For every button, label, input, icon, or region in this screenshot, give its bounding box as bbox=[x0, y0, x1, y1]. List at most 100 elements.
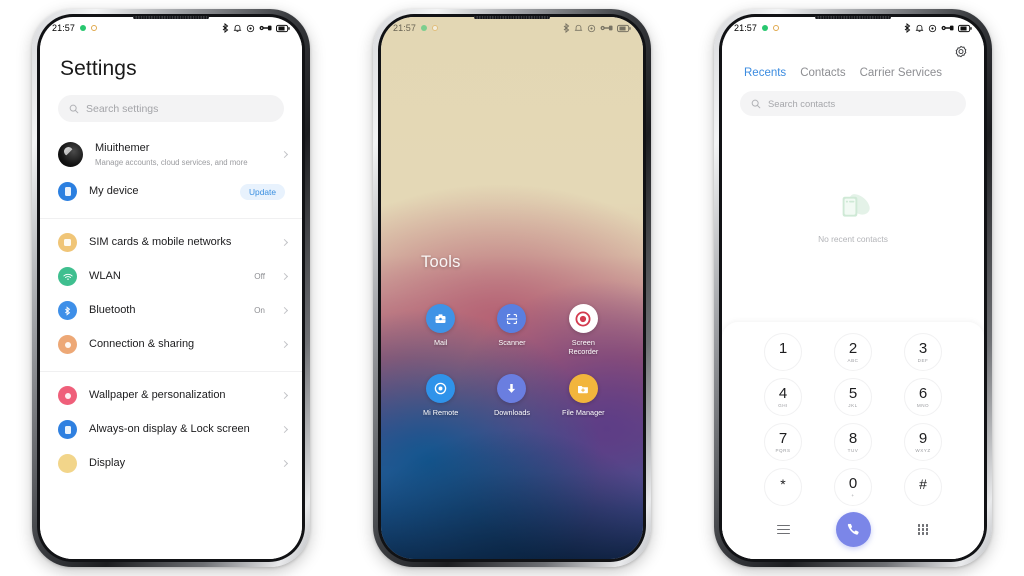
key-digit: 2 bbox=[848, 340, 858, 357]
key-6[interactable]: 6 MNO bbox=[904, 378, 942, 416]
key-hash[interactable]: # bbox=[904, 468, 942, 506]
settings-row-label: SIM cards & mobile networks bbox=[89, 236, 232, 248]
chevron-right-icon bbox=[280, 151, 289, 159]
key-7[interactable]: 7 PQRS bbox=[764, 423, 802, 461]
key-5[interactable]: 5 JKL bbox=[834, 378, 872, 416]
app-screen-recorder[interactable]: Screen Recorder bbox=[548, 304, 619, 356]
key-digit: * bbox=[780, 475, 786, 492]
mail-icon bbox=[426, 304, 456, 333]
connection-sharing-icon bbox=[58, 335, 77, 355]
status-time: 21:57 bbox=[734, 23, 758, 33]
key-letters: JKL bbox=[848, 403, 858, 408]
app-downloads[interactable]: Downloads bbox=[476, 374, 547, 417]
hamburger-menu-icon[interactable] bbox=[776, 524, 790, 535]
keypad-grid-icon[interactable] bbox=[917, 524, 929, 535]
phone-home: 21:57 Tools Mail Scanner Screen Recorder… bbox=[373, 9, 651, 567]
key-letters: DEF bbox=[917, 358, 929, 363]
row-text: Wallpaper & personalization bbox=[89, 389, 270, 403]
chevron-right-icon bbox=[280, 273, 289, 281]
tab-carrier-services[interactable]: Carrier Services bbox=[860, 67, 942, 79]
key-1[interactable]: 1 bbox=[764, 333, 802, 371]
settings-row-label: Connection & sharing bbox=[89, 338, 195, 350]
alarm-icon bbox=[233, 24, 242, 32]
settings-row-wallpaper[interactable]: Wallpaper & personalization bbox=[40, 379, 302, 413]
file-manager-icon bbox=[568, 374, 598, 404]
app-mail[interactable]: Mail bbox=[405, 304, 476, 356]
key-2[interactable]: 2 ABC bbox=[834, 333, 872, 371]
amber-dot-icon bbox=[91, 25, 98, 31]
earpiece-speaker bbox=[133, 16, 209, 19]
key-digit: 7 bbox=[778, 430, 788, 447]
status-bar-left: 21:57 bbox=[52, 23, 98, 33]
key-9[interactable]: 9 WXYZ bbox=[904, 423, 942, 461]
settings-row-value: Off bbox=[254, 272, 265, 282]
scanner-icon bbox=[497, 304, 527, 333]
earpiece-speaker bbox=[474, 16, 550, 19]
earpiece-speaker bbox=[815, 16, 891, 19]
gear-icon bbox=[955, 45, 967, 58]
status-bar-left: 21:57 bbox=[734, 23, 780, 33]
phone-bezel: 21:57 Recents Contacts Carrier Services … bbox=[719, 14, 987, 562]
lock-screen-icon bbox=[58, 420, 77, 440]
dnd-icon bbox=[587, 24, 596, 32]
settings-row-label: WLAN bbox=[89, 270, 121, 282]
battery-icon bbox=[958, 24, 972, 32]
page-title: Settings bbox=[60, 57, 137, 80]
key-0[interactable]: 0 + bbox=[834, 468, 872, 506]
key-3[interactable]: 3 DEF bbox=[904, 333, 942, 371]
green-dot-icon bbox=[421, 25, 428, 31]
alarm-icon bbox=[915, 24, 924, 32]
key-star[interactable]: * bbox=[764, 468, 802, 506]
screen-recorder-icon bbox=[568, 304, 598, 333]
vpn-key-icon bbox=[941, 25, 954, 31]
settings-row-my-device[interactable]: My device Update bbox=[40, 175, 302, 209]
settings-row-sim-cards[interactable]: SIM cards & mobile networks bbox=[40, 226, 302, 260]
app-label: Downloads bbox=[493, 408, 531, 418]
app-label: Mi Remote bbox=[423, 408, 459, 418]
app-scanner[interactable]: Scanner bbox=[476, 304, 547, 356]
search-placeholder: Search settings bbox=[86, 102, 159, 115]
tab-recents[interactable]: Recents bbox=[744, 67, 786, 79]
tab-contacts[interactable]: Contacts bbox=[800, 67, 845, 79]
dialer-settings-button[interactable] bbox=[722, 39, 984, 59]
scanner-glyph bbox=[506, 313, 518, 324]
dialer-actions bbox=[748, 512, 958, 551]
keypad-keys: 1 2 ABC 3 DEF 4 GHI 5 JKL 6 MNO 7 PQRS 8 TUV 9W… bbox=[748, 333, 958, 506]
empty-state: No recent contacts bbox=[722, 116, 984, 322]
search-icon bbox=[69, 104, 79, 113]
key-8[interactable]: 8 TUV bbox=[834, 423, 872, 461]
search-input[interactable]: Search settings bbox=[58, 95, 284, 122]
download-icon bbox=[497, 374, 527, 404]
key-digit: 6 bbox=[918, 385, 928, 402]
row-text: Always-on display & Lock screen bbox=[89, 423, 270, 437]
search-contacts-input[interactable]: Search contacts bbox=[740, 91, 966, 116]
key-4[interactable]: 4 GHI bbox=[764, 378, 802, 416]
call-button[interactable] bbox=[835, 512, 871, 547]
settings-row-bluetooth[interactable]: Bluetooth On bbox=[40, 294, 302, 328]
row-text: SIM cards & mobile networks bbox=[89, 236, 270, 250]
key-digit: 3 bbox=[918, 340, 928, 357]
key-digit: 1 bbox=[778, 340, 788, 357]
settings-row-miuithemer[interactable]: Miuithemer Manage accounts, cloud servic… bbox=[40, 135, 302, 175]
phone-bezel: 21:57 Settings Search settings Miuitheme… bbox=[37, 14, 305, 562]
phone-settings: 21:57 Settings Search settings Miuitheme… bbox=[32, 9, 310, 567]
app-file-manager[interactable]: File Manager bbox=[548, 374, 619, 417]
settings-group-display: Wallpaper & personalization Always-on di… bbox=[40, 370, 302, 481]
row-text: Miuithemer Manage accounts, cloud servic… bbox=[95, 142, 270, 168]
key-letters: ABC bbox=[847, 358, 859, 363]
settings-row-display[interactable]: Display bbox=[40, 447, 302, 481]
app-mi-remote[interactable]: Mi Remote bbox=[405, 374, 476, 417]
key-digit: 8 bbox=[848, 430, 858, 447]
chevron-right-icon bbox=[280, 392, 289, 400]
settings-row-connection-sharing[interactable]: Connection & sharing bbox=[40, 328, 302, 362]
settings-row-lock-screen[interactable]: Always-on display & Lock screen bbox=[40, 413, 302, 447]
status-bar: 21:57 bbox=[722, 17, 984, 39]
update-badge[interactable]: Update bbox=[239, 183, 285, 200]
amber-dot-icon bbox=[432, 25, 439, 31]
settings-row-wlan[interactable]: WLAN Off bbox=[40, 260, 302, 294]
dnd-icon bbox=[246, 24, 255, 32]
alarm-icon bbox=[574, 24, 583, 31]
display-icon bbox=[58, 454, 77, 474]
key-digit: 4 bbox=[778, 385, 788, 402]
dialer-body: Recents Contacts Carrier Services Search… bbox=[722, 39, 984, 559]
